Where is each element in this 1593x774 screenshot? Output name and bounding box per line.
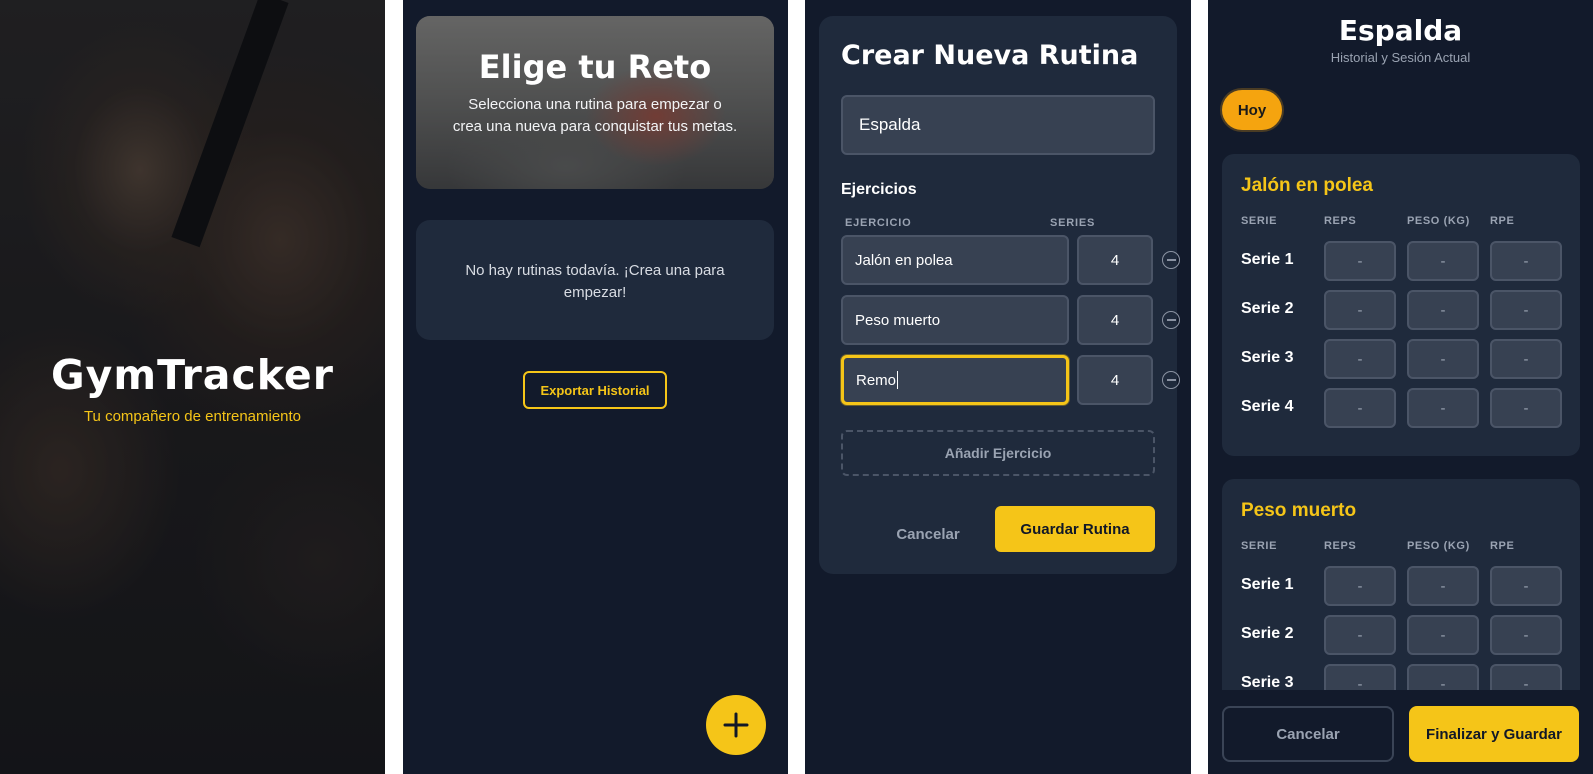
finish-and-save-button[interactable]: Finalizar y Guardar — [1409, 706, 1579, 762]
app-title: GymTracker — [51, 351, 334, 399]
set-label: Serie 2 — [1241, 625, 1294, 642]
exercise-row: Remo 4 — [841, 355, 1191, 405]
routine-name-input[interactable]: Espalda — [841, 95, 1155, 155]
reps-input[interactable]: - — [1324, 290, 1396, 330]
reps-input[interactable]: - — [1324, 388, 1396, 428]
weight-column-header: PESO (KG) — [1407, 215, 1470, 227]
weight-input[interactable]: - — [1407, 339, 1479, 379]
session-subtitle: Historial y Sesión Actual — [1330, 50, 1471, 65]
exercise-name-input-focused[interactable]: Remo — [841, 355, 1069, 405]
hero-title: Elige tu Reto — [478, 48, 712, 86]
session-title: Espalda — [1338, 14, 1463, 47]
create-routine-title: Crear Nueva Rutina — [841, 40, 1139, 71]
empty-state-card: No hay rutinas todavía. ¡Crea una para e… — [416, 220, 774, 340]
remove-exercise-icon[interactable] — [1162, 311, 1180, 329]
weight-input[interactable]: - — [1407, 388, 1479, 428]
reps-input[interactable]: - — [1324, 241, 1396, 281]
exercise-name-input[interactable]: Jalón en polea — [841, 235, 1069, 285]
set-label: Serie 1 — [1241, 576, 1294, 593]
today-tab[interactable]: Hoy — [1222, 90, 1282, 130]
hero-banner: Elige tu Reto Selecciona una rutina para… — [416, 16, 774, 189]
set-column-header: SERIE — [1241, 215, 1278, 227]
remove-exercise-icon[interactable] — [1162, 371, 1180, 389]
set-label: Serie 1 — [1241, 251, 1294, 268]
exercise-row: Jalón en polea 4 — [841, 235, 1191, 285]
create-routine-screen: Crear Nueva Rutina Espalda Ejercicios EJ… — [805, 0, 1191, 774]
exercise-row: Peso muerto 4 — [841, 295, 1191, 345]
session-footer: Cancelar Finalizar y Guardar — [1208, 690, 1593, 774]
exercise-series-input[interactable]: 4 — [1077, 355, 1153, 405]
set-label: Serie 4 — [1241, 398, 1294, 415]
rpe-input[interactable]: - — [1490, 615, 1562, 655]
weight-input[interactable]: - — [1407, 615, 1479, 655]
rpe-input[interactable]: - — [1490, 566, 1562, 606]
remove-exercise-icon[interactable] — [1162, 251, 1180, 269]
add-exercise-button[interactable]: Añadir Ejercicio — [841, 430, 1155, 476]
reps-column-header: REPS — [1324, 215, 1357, 227]
exercise-card-title: Peso muerto — [1241, 500, 1357, 521]
set-column-header: SERIE — [1241, 540, 1278, 552]
create-routine-card: Crear Nueva Rutina Espalda Ejercicios EJ… — [819, 16, 1180, 574]
cancel-button[interactable]: Cancelar — [883, 512, 973, 556]
exercise-card: Jalón en polea SERIE REPS PESO (KG) RPE … — [1222, 154, 1580, 456]
weight-input[interactable]: - — [1407, 290, 1479, 330]
weight-input[interactable]: - — [1407, 566, 1479, 606]
plus-icon — [723, 712, 749, 738]
reps-column-header: REPS — [1324, 540, 1357, 552]
text-caret — [897, 371, 899, 389]
series-column-header: SERIES — [1050, 217, 1096, 229]
rpe-input[interactable]: - — [1490, 241, 1562, 281]
app-tagline: Tu compañero de entrenamiento — [83, 408, 302, 425]
empty-state-message: No hay rutinas todavía. ¡Crea una para e… — [465, 262, 725, 301]
save-routine-button[interactable]: Guardar Rutina — [995, 506, 1155, 552]
exercise-name-value: Remo — [856, 371, 897, 389]
exercise-name-input[interactable]: Peso muerto — [841, 295, 1069, 345]
rpe-column-header: RPE — [1490, 540, 1515, 552]
splash-screen: GymTracker Tu compañero de entrenamiento — [0, 0, 385, 774]
rpe-input[interactable]: - — [1490, 388, 1562, 428]
exercise-series-input[interactable]: 4 — [1077, 235, 1153, 285]
set-label: Serie 2 — [1241, 300, 1294, 317]
reps-input[interactable]: - — [1324, 615, 1396, 655]
session-screen: Espalda Historial y Sesión Actual Hoy Ja… — [1208, 0, 1593, 774]
exercise-column-header: EJERCICIO — [845, 217, 912, 229]
exercise-card-title: Jalón en polea — [1241, 175, 1373, 196]
cancel-session-button[interactable]: Cancelar — [1222, 706, 1394, 762]
exercise-series-input[interactable]: 4 — [1077, 295, 1153, 345]
weight-input[interactable]: - — [1407, 241, 1479, 281]
add-routine-button[interactable] — [706, 695, 766, 755]
set-label: Serie 3 — [1241, 349, 1294, 366]
exercises-section-label: Ejercicios — [841, 181, 917, 198]
weight-column-header: PESO (KG) — [1407, 540, 1470, 552]
hero-subtitle: Selecciona una rutina para empezar o cre… — [452, 96, 738, 135]
export-history-button[interactable]: Exportar Historial — [523, 371, 667, 409]
rpe-input[interactable]: - — [1490, 290, 1562, 330]
reps-input[interactable]: - — [1324, 339, 1396, 379]
rpe-column-header: RPE — [1490, 215, 1515, 227]
rpe-input[interactable]: - — [1490, 339, 1562, 379]
reps-input[interactable]: - — [1324, 566, 1396, 606]
routines-screen: Elige tu Reto Selecciona una rutina para… — [403, 0, 788, 774]
